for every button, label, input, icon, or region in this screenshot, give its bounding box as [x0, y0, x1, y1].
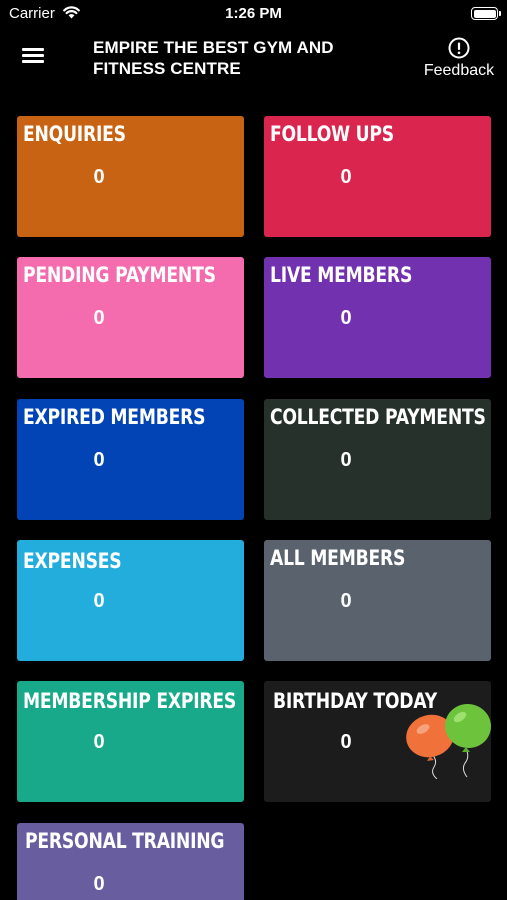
tile-label: COLLECTED PAYMENTS: [270, 405, 486, 429]
tile-personal-training[interactable]: PERSONAL TRAINING 0: [17, 823, 244, 900]
hamburger-menu-icon[interactable]: [22, 46, 44, 64]
tile-all-members[interactable]: ALL MEMBERS 0: [264, 540, 491, 661]
tile-count: 0: [340, 731, 352, 753]
tile-expenses[interactable]: EXPENSES 0: [17, 540, 244, 661]
tile-label: FOLLOW UPS: [270, 122, 394, 146]
tile-membership-expires[interactable]: MEMBERSHIP EXPIRES 0: [17, 681, 244, 802]
tile-label: MEMBERSHIP EXPIRES: [23, 689, 237, 713]
tile-enquiries[interactable]: ENQUIRIES 0: [17, 116, 244, 237]
tile-label: ENQUIRIES: [23, 122, 126, 146]
tile-follow-ups[interactable]: FOLLOW UPS 0: [264, 116, 491, 237]
tile-label: LIVE MEMBERS: [270, 263, 413, 287]
tile-count: 0: [93, 449, 105, 471]
tile-live-members[interactable]: LIVE MEMBERS 0: [264, 257, 491, 378]
tile-count: 0: [340, 307, 352, 329]
balloons-icon: [406, 703, 491, 779]
page-title: EMPIRE THE BEST GYM AND FITNESS CENTRE: [93, 38, 334, 78]
feedback-button[interactable]: Feedback: [418, 36, 500, 82]
tile-count: 0: [93, 590, 105, 612]
tile-label: PERSONAL TRAINING: [25, 829, 225, 853]
tile-count: 0: [93, 166, 105, 188]
tile-count: 0: [93, 731, 105, 753]
tile-label: EXPIRED MEMBERS: [23, 405, 206, 429]
tile-birthday-today[interactable]: BIRTHDAY TODAY 0: [264, 681, 491, 802]
tile-count: 0: [93, 307, 105, 329]
tile-count: 0: [93, 873, 105, 895]
status-bar: Carrier 1:26 PM: [0, 0, 507, 28]
tile-count: 0: [340, 449, 352, 471]
status-time: 1:26 PM: [225, 5, 282, 22]
tile-collected-payments[interactable]: COLLECTED PAYMENTS 0: [264, 399, 491, 520]
tile-label: ALL MEMBERS: [270, 546, 406, 570]
tile-expired-members[interactable]: EXPIRED MEMBERS 0: [17, 399, 244, 520]
exclamation-circle-icon: [448, 37, 470, 59]
tile-count: 0: [340, 590, 352, 612]
battery-level: [473, 9, 496, 18]
tile-count: 0: [340, 166, 352, 188]
tile-label: EXPENSES: [23, 549, 122, 573]
tile-pending-payments[interactable]: PENDING PAYMENTS 0: [17, 257, 244, 378]
feedback-label: Feedback: [423, 62, 495, 79]
battery-icon: [471, 7, 501, 20]
tile-label: PENDING PAYMENTS: [23, 263, 216, 287]
